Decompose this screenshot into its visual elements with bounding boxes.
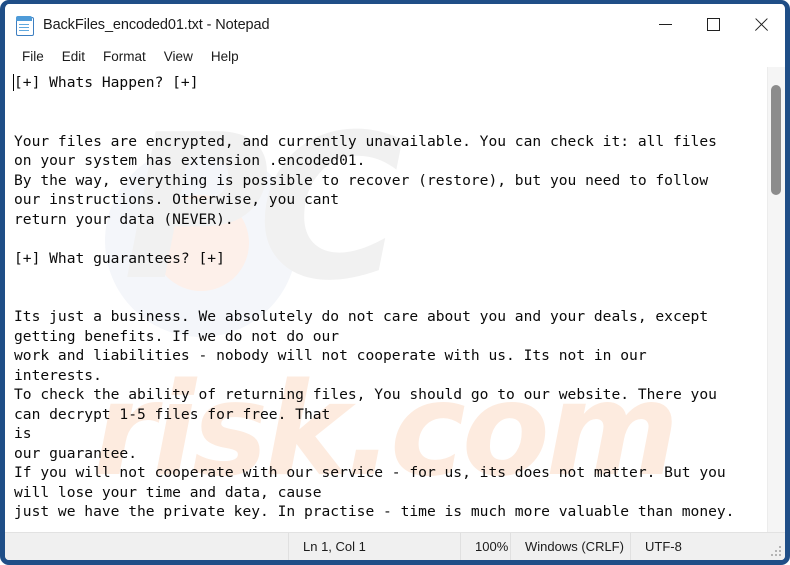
- resize-grip-icon[interactable]: [771, 546, 782, 557]
- maximize-icon: [706, 18, 720, 31]
- window-controls: [641, 4, 785, 45]
- window-title: BackFiles_encoded01.txt - Notepad: [43, 16, 270, 33]
- ransom-note-text[interactable]: [+] Whats Happen? [+] Your files are enc…: [5, 67, 767, 532]
- status-line-ending[interactable]: Windows (CRLF): [510, 533, 630, 560]
- maximize-button[interactable]: [689, 4, 737, 45]
- menu-item-help[interactable]: Help: [202, 47, 248, 66]
- status-encoding[interactable]: UTF-8: [630, 533, 702, 560]
- close-icon: [754, 18, 768, 32]
- scrollbar-thumb[interactable]: [771, 85, 781, 195]
- menu-item-edit[interactable]: Edit: [53, 47, 94, 66]
- status-zoom-level[interactable]: 100%: [460, 533, 510, 560]
- close-button[interactable]: [737, 4, 785, 45]
- menu-item-file[interactable]: File: [13, 47, 53, 66]
- menu-item-format[interactable]: Format: [94, 47, 155, 66]
- status-cursor-position: Ln 1, Col 1: [288, 533, 460, 560]
- minimize-button[interactable]: [641, 4, 689, 45]
- status-spacer: [5, 533, 288, 560]
- text-editor[interactable]: PC risk.com [+] Whats Happen? [+] Your f…: [5, 67, 767, 532]
- minimize-icon: [658, 23, 672, 26]
- vertical-scrollbar[interactable]: [767, 67, 785, 532]
- status-bar: Ln 1, Col 1 100% Windows (CRLF) UTF-8: [5, 532, 785, 560]
- menu-bar: File Edit Format View Help: [5, 45, 785, 67]
- notepad-icon: [15, 15, 34, 36]
- editor-area: PC risk.com [+] Whats Happen? [+] Your f…: [5, 67, 785, 532]
- notepad-window: BackFiles_encoded01.txt - Notepad File E…: [0, 0, 790, 565]
- title-bar[interactable]: BackFiles_encoded01.txt - Notepad: [5, 4, 785, 45]
- text-caret: [13, 74, 14, 91]
- menu-item-view[interactable]: View: [155, 47, 202, 66]
